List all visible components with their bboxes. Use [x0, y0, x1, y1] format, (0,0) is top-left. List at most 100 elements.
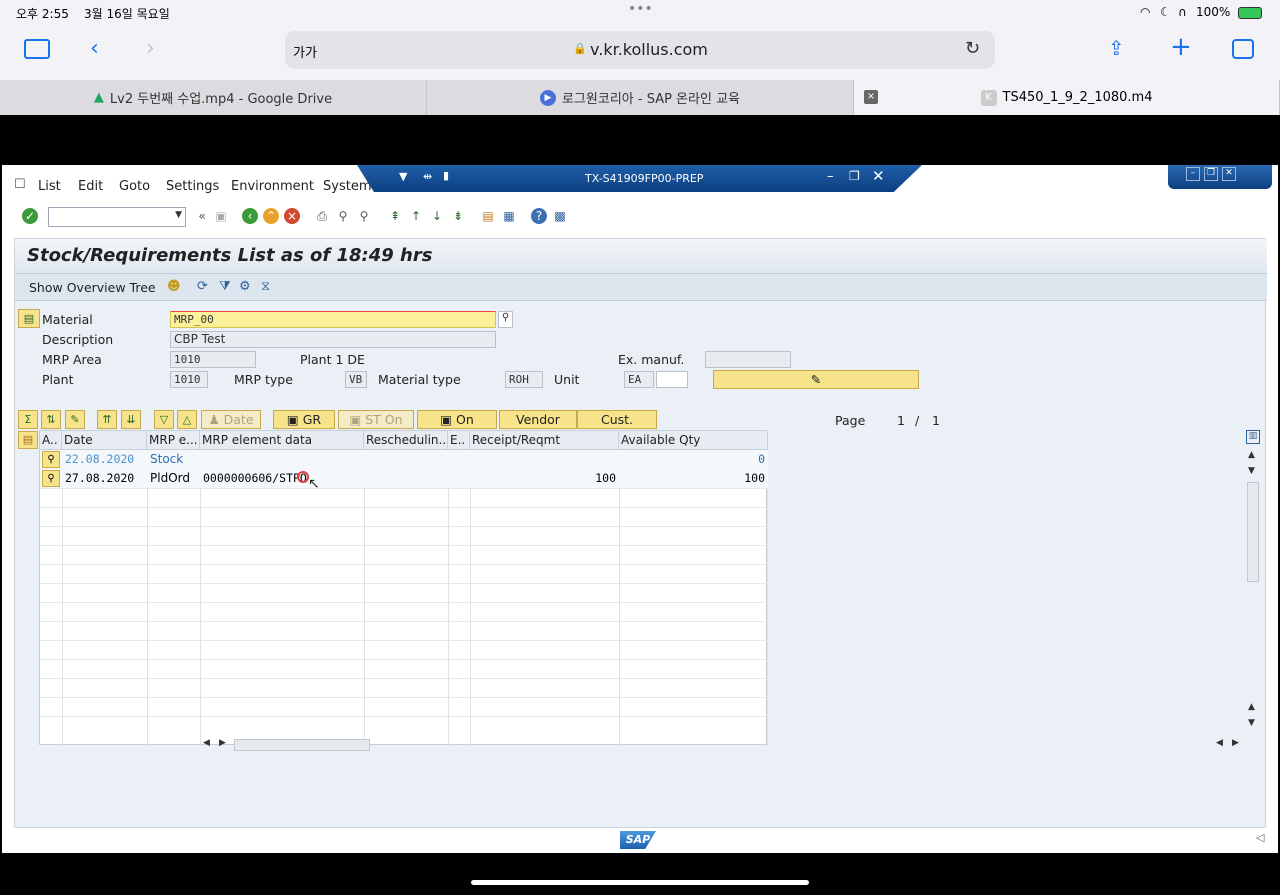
col-header-mrp-element[interactable]: MRP e...	[147, 431, 200, 450]
pencil-icon[interactable]: ✎	[65, 410, 85, 429]
show-overview-tree-button[interactable]: Show Overview Tree	[29, 280, 156, 295]
enter-icon[interactable]: ✓	[22, 208, 38, 224]
col-header-receipt[interactable]: Receipt/Reqmt	[470, 431, 619, 450]
sigma-icon[interactable]: Σ	[18, 410, 38, 429]
close-tab-icon[interactable]: ×	[864, 90, 878, 104]
user-settings-icon[interactable]: ⚙	[239, 279, 251, 294]
scroll-right-far-icon[interactable]: ▶	[1232, 738, 1239, 748]
new-tab-icon[interactable]: +	[1170, 32, 1192, 62]
next-page-icon[interactable]: ↓	[429, 208, 445, 224]
menu-icon[interactable]: ☐	[14, 177, 26, 192]
scroll-left-far-icon[interactable]: ◀	[1216, 738, 1223, 748]
on-button[interactable]: ▣ On	[417, 410, 497, 429]
clear-filter-icon[interactable]: ⧖	[261, 279, 270, 294]
win-minimize-icon[interactable]: –	[1186, 167, 1200, 181]
dropdown-icon[interactable]: ▼	[399, 170, 407, 183]
material-detail-icon[interactable]: ▤	[18, 309, 40, 328]
layout-menu-icon[interactable]: ▩	[552, 208, 568, 224]
scroll-left-icon[interactable]: ◀	[203, 738, 210, 748]
close-icon[interactable]: ✕	[872, 167, 885, 185]
reload-icon[interactable]: ↻	[965, 38, 980, 59]
horizontal-scrollbar[interactable]: ◀ ▶ ◀ ▶	[203, 738, 1243, 752]
menu-environment[interactable]: Environment	[231, 179, 314, 194]
address-bar[interactable]: 가가 🔒 v.kr.kollus.com ↻	[285, 31, 995, 69]
table-row[interactable]: ⚲ 22.08.2020 Stock 0	[40, 450, 768, 469]
scroll-down-icon[interactable]: ▲	[1248, 702, 1255, 712]
menu-system[interactable]: System	[323, 179, 371, 194]
col-header-rescheduling[interactable]: Reschedulin...	[364, 431, 448, 450]
scroll-bottom-icon[interactable]: ▼	[1248, 718, 1255, 728]
col-header-a[interactable]: A..	[40, 431, 62, 450]
detail-magnifier-icon[interactable]: ⚲	[42, 451, 60, 468]
first-page-icon[interactable]: ⇞	[387, 208, 403, 224]
share-icon[interactable]: ⇪	[1108, 36, 1125, 60]
url-text[interactable]: v.kr.kollus.com	[590, 40, 708, 59]
previous-page-icon[interactable]: ↑	[408, 208, 424, 224]
filter-icon[interactable]: ⧩	[219, 279, 231, 294]
col-header-mrp-element-data[interactable]: MRP element data	[200, 431, 364, 450]
find-next-icon[interactable]: ⚲	[356, 208, 372, 224]
scroll-thumb[interactable]	[234, 739, 370, 751]
win-maximize-icon[interactable]: ❐	[1204, 167, 1218, 181]
print-icon[interactable]: ⎙	[314, 208, 330, 224]
down-filter-icon[interactable]: ▽	[154, 410, 174, 429]
sidebar-icon[interactable]	[24, 39, 50, 59]
multitask-dots-icon[interactable]: •••	[628, 1, 653, 17]
edit-note-button[interactable]: ✎	[713, 370, 919, 389]
win-close-icon[interactable]: ✕	[1222, 167, 1236, 181]
chevron-down-icon[interactable]: ▼	[175, 210, 182, 220]
menu-list[interactable]: List	[38, 179, 61, 194]
up-filter-icon[interactable]: △	[177, 410, 197, 429]
expand-icon[interactable]: ⇈	[97, 410, 117, 429]
col-header-date[interactable]: Date	[62, 431, 147, 450]
status-expand-icon[interactable]: ◁	[1256, 831, 1264, 844]
back-icon[interactable]: ‹	[90, 36, 99, 61]
refresh-icon[interactable]: ⟳	[197, 279, 208, 294]
forward-icon[interactable]: ›	[146, 36, 155, 61]
pin-icon[interactable]: ⇹	[423, 170, 432, 183]
restore-icon[interactable]: ❐	[849, 169, 860, 183]
vendor-button[interactable]: Vendor	[499, 410, 577, 429]
cust-button[interactable]: Cust.	[577, 410, 657, 429]
table-row[interactable]: ⚲ 27.08.2020 PldOrd 0000000606/STPO 100 …	[40, 469, 768, 492]
command-field[interactable]: ▼	[48, 207, 186, 227]
tab-sap-education[interactable]: ▶ 로그원코리아 - SAP 온라인 교육	[427, 80, 854, 115]
scroll-thumb-vertical[interactable]	[1247, 482, 1259, 582]
tab-google-drive[interactable]: ▲ Lv2 두번째 수업.mp4 - Google Drive	[0, 80, 427, 115]
gr-button[interactable]: ▣ GR	[273, 410, 335, 429]
menu-goto[interactable]: Goto	[119, 179, 150, 194]
help-icon[interactable]: ?	[531, 208, 547, 224]
exit-icon[interactable]: ⌃	[263, 208, 279, 224]
date-button[interactable]: ♟ Date	[201, 410, 261, 429]
search-help-icon[interactable]: ⚲	[498, 311, 513, 328]
user-icon[interactable]: ☻	[167, 279, 181, 294]
st-on-button[interactable]: ▣ ST On	[338, 410, 414, 429]
new-session-icon[interactable]: ▤	[480, 208, 496, 224]
scroll-up-icon[interactable]: ▼	[1248, 466, 1255, 476]
column-layout-icon[interactable]: ▥	[1246, 430, 1260, 444]
save-icon[interactable]: ▣	[213, 208, 229, 224]
tab-video-file[interactable]: × K TS450_1_9_2_1080.m4	[854, 80, 1280, 115]
col-header-available-qty[interactable]: Available Qty	[619, 431, 768, 450]
text-size-button[interactable]: 가가	[293, 42, 317, 61]
cancel-icon[interactable]: ×	[284, 208, 300, 224]
col-header-e[interactable]: E..	[448, 431, 470, 450]
detail-magnifier-icon[interactable]: ⚲	[42, 470, 60, 487]
last-page-icon[interactable]: ⇟	[450, 208, 466, 224]
collapse-tree-icon[interactable]: ⇊	[121, 410, 141, 429]
scroll-right-icon[interactable]: ▶	[219, 738, 226, 748]
menu-settings[interactable]: Settings	[166, 179, 219, 194]
scroll-top-icon[interactable]: ▲	[1248, 450, 1255, 460]
menu-edit[interactable]: Edit	[78, 179, 103, 194]
tabs-overview-icon[interactable]	[1232, 39, 1254, 59]
material-input[interactable]: MRP_00	[170, 311, 496, 328]
shortcut-icon[interactable]: ▦	[501, 208, 517, 224]
back-nav-icon[interactable]: ‹	[242, 208, 258, 224]
find-icon[interactable]: ⚲	[335, 208, 351, 224]
home-indicator[interactable]	[471, 880, 809, 885]
collapse-icon[interactable]: «	[194, 208, 210, 224]
vertical-scrollbar[interactable]: ▥ ▲ ▼ ▲ ▼	[1245, 430, 1261, 736]
minimize-icon[interactable]: –	[827, 169, 834, 184]
sort-icon[interactable]: ⇅	[41, 410, 61, 429]
grid-settings-icon[interactable]: ▤	[18, 431, 38, 449]
